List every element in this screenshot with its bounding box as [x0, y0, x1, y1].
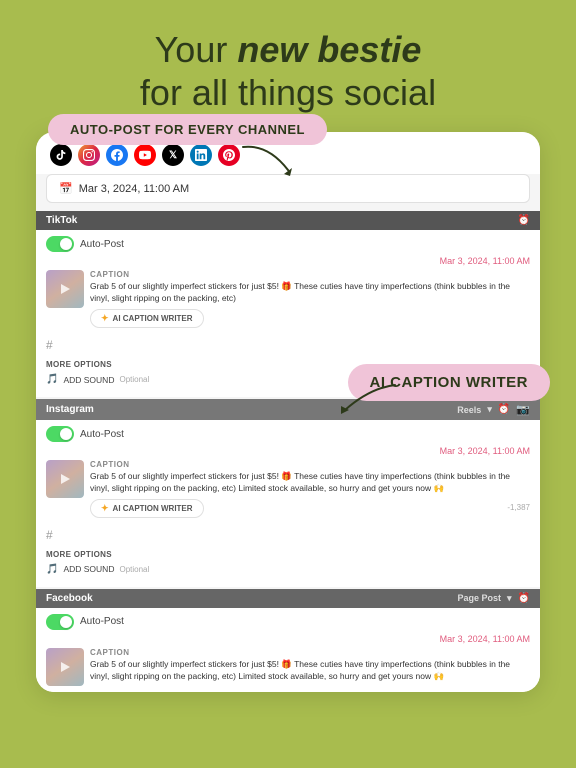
- instagram-header-right: Reels ▾ ⏰ 📷: [457, 403, 530, 416]
- instagram-clock-icon: ⏰: [498, 404, 510, 415]
- tiktok-add-sound-text[interactable]: ADD SOUND: [63, 375, 114, 385]
- tiktok-label: TikTok: [46, 215, 77, 226]
- tiktok-music-icon: 🎵: [46, 374, 58, 385]
- instagram-add-sound-row: 🎵 ADD SOUND Optional: [46, 561, 530, 581]
- ai-caption-arrow: [330, 380, 400, 425]
- instagram-hashtag-row[interactable]: #: [46, 524, 530, 546]
- instagram-ai-caption-btn[interactable]: ✦ AI CAPTION WRITER: [90, 499, 204, 518]
- tiktok-thumbnail: [46, 270, 84, 308]
- tiktok-caption-area: CAPTION Grab 5 of our slightly imperfect…: [46, 270, 530, 328]
- instagram-timestamp: Mar 3, 2024, 11:00 AM: [46, 446, 530, 456]
- tiktok-ai-caption-btn[interactable]: ✦ AI CAPTION WRITER: [90, 309, 204, 328]
- facebook-autopost-row: Auto-Post: [46, 614, 530, 630]
- instagram-ig-icon: 📷: [516, 403, 530, 416]
- facebook-header-right: Page Post ▾ ⏰: [458, 593, 531, 604]
- instagram-autopost-text: Auto-Post: [80, 429, 124, 440]
- tiktok-autopost-text: Auto-Post: [80, 239, 124, 250]
- linkedin-icon[interactable]: [190, 144, 212, 166]
- main-card: 𝕏 📅 Mar 3, 2024, 11:00 AM TikTok ⏰: [36, 132, 540, 692]
- facebook-timestamp: Mar 3, 2024, 11:00 AM: [46, 634, 530, 644]
- tiktok-ai-star-icon: ✦: [101, 313, 109, 324]
- facebook-label: Facebook: [46, 593, 93, 604]
- instagram-more-options: MORE OPTIONS: [46, 546, 530, 561]
- instagram-section: Instagram Reels ▾ ⏰ 📷 Auto-Post: [36, 399, 540, 587]
- facebook-toggle[interactable]: [46, 614, 74, 630]
- tiktok-toggle-label: Auto-Post: [46, 236, 124, 252]
- instagram-caption-label: CAPTION: [90, 460, 530, 469]
- facebook-caption-content: CAPTION Grab 5 of our slightly imperfect…: [90, 648, 530, 686]
- facebook-clock-icon: ⏰: [518, 593, 530, 604]
- tiktok-icon[interactable]: [50, 144, 72, 166]
- instagram-add-sound-text[interactable]: ADD SOUND: [63, 564, 114, 574]
- tiktok-ai-caption-label: AI CAPTION WRITER: [113, 314, 193, 323]
- facebook-toggle-label: Auto-Post: [46, 614, 124, 630]
- facebook-caption-text[interactable]: Grab 5 of our slightly imperfect sticker…: [90, 659, 530, 683]
- facebook-chevron-icon: ▾: [507, 593, 512, 604]
- instagram-chevron-icon: ▾: [487, 404, 492, 415]
- date-value: Mar 3, 2024, 11:00 AM: [79, 183, 189, 195]
- facebook-caption-area: CAPTION Grab 5 of our slightly imperfect…: [46, 648, 530, 686]
- tiktok-timestamp: Mar 3, 2024, 11:00 AM: [46, 256, 530, 266]
- twitter-icon[interactable]: 𝕏: [162, 144, 184, 166]
- header-title: Your new bestie for all things social: [30, 28, 546, 114]
- facebook-page-post-label: Page Post: [458, 593, 502, 603]
- card-content: 𝕏 📅 Mar 3, 2024, 11:00 AM TikTok ⏰: [36, 132, 540, 692]
- facebook-thumbnail: [46, 648, 84, 686]
- tiktok-autopost-row: Auto-Post: [46, 236, 530, 252]
- instagram-toggle-label: Auto-Post: [46, 426, 124, 442]
- instagram-caption-text[interactable]: Grab 5 of our slightly imperfect sticker…: [90, 471, 530, 495]
- tiktok-optional-text: Optional: [119, 375, 149, 384]
- instagram-autopost-row: Auto-Post: [46, 426, 530, 442]
- calendar-icon: 📅: [59, 182, 73, 195]
- youtube-icon[interactable]: [134, 144, 156, 166]
- instagram-body: Auto-Post Mar 3, 2024, 11:00 AM CAPTION …: [36, 420, 540, 587]
- instagram-header: Instagram Reels ▾ ⏰ 📷: [36, 399, 540, 420]
- facebook-header: Facebook Page Post ▾ ⏰: [36, 589, 540, 608]
- tiktok-caption-label: CAPTION: [90, 270, 530, 279]
- instagram-toggle[interactable]: [46, 426, 74, 442]
- auto-post-badge: AUTO-POST FOR EVERY CHANNEL: [48, 114, 327, 145]
- instagram-icon[interactable]: [78, 144, 100, 166]
- header-line1-bold: new bestie: [237, 29, 421, 70]
- instagram-reels-label: Reels: [457, 405, 481, 415]
- facebook-icon[interactable]: [106, 144, 128, 166]
- header-line1-normal: Your: [155, 29, 238, 70]
- instagram-music-icon: 🎵: [46, 564, 58, 575]
- instagram-ai-star-icon: ✦: [101, 503, 109, 514]
- instagram-caption-area: CAPTION Grab 5 of our slightly imperfect…: [46, 460, 530, 518]
- instagram-optional-text: Optional: [119, 565, 149, 574]
- tiktok-toggle[interactable]: [46, 236, 74, 252]
- facebook-body: Auto-Post Mar 3, 2024, 11:00 AM CAPTION …: [36, 608, 540, 692]
- facebook-autopost-text: Auto-Post: [80, 616, 124, 627]
- tiktok-caption-text[interactable]: Grab 5 of our slightly imperfect sticker…: [90, 281, 530, 305]
- header-section: Your new bestie for all things social: [0, 0, 576, 132]
- instagram-thumbnail: [46, 460, 84, 498]
- instagram-label: Instagram: [46, 404, 94, 415]
- pinterest-icon[interactable]: [218, 144, 240, 166]
- instagram-caption-content: CAPTION Grab 5 of our slightly imperfect…: [90, 460, 530, 518]
- tiktok-caption-content: CAPTION Grab 5 of our slightly imperfect…: [90, 270, 530, 328]
- facebook-caption-label: CAPTION: [90, 648, 530, 657]
- tiktok-header: TikTok ⏰: [36, 211, 540, 230]
- header-line2: for all things social: [140, 72, 436, 113]
- autopost-arrow: [238, 142, 298, 183]
- instagram-caption-footer: ✦ AI CAPTION WRITER -1,387: [90, 495, 530, 518]
- tiktok-clock-icon: ⏰: [518, 215, 530, 226]
- instagram-ai-caption-label: AI CAPTION WRITER: [113, 504, 193, 513]
- tiktok-hashtag-row[interactable]: #: [46, 334, 530, 356]
- facebook-section: Facebook Page Post ▾ ⏰ Auto-Post Mar: [36, 589, 540, 692]
- instagram-char-count: -1,387: [507, 503, 530, 512]
